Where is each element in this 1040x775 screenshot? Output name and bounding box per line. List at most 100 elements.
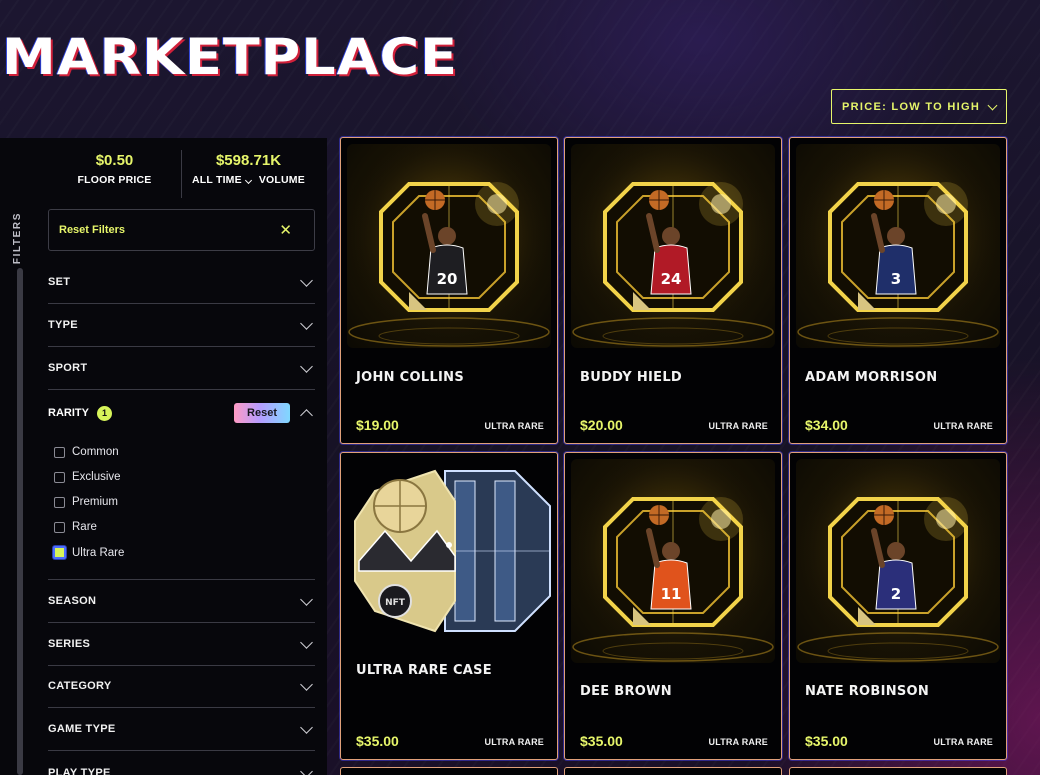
filter-group-label: GAME TYPE [48, 723, 116, 735]
card-name: JOHN COLLINS [356, 370, 465, 385]
filter-group-label: CATEGORY [48, 680, 112, 692]
chevron-down-icon [300, 317, 313, 330]
filter-group-label: SET [48, 276, 71, 288]
card-partial[interactable] [340, 767, 558, 775]
sort-dropdown[interactable]: PRICE: LOW TO HIGH [831, 89, 1007, 124]
filter-group-label: TYPE [48, 319, 78, 331]
filter-group-series[interactable]: SERIES [48, 623, 315, 666]
product-card[interactable]: 20 JOHN COLLINS $19.00 ULTRA RARE [340, 137, 558, 444]
rarity-checkbox[interactable] [54, 471, 65, 483]
filter-group-type[interactable]: TYPE [48, 304, 315, 347]
filter-group-category[interactable]: CATEGORY [48, 665, 315, 708]
rarity-option[interactable]: Premium [54, 496, 118, 508]
floor-price-value: $0.50 [95, 152, 134, 169]
card-image: 2 [796, 459, 1000, 663]
rarity-label: RARITY [48, 407, 89, 419]
player-card-art: 24 [571, 144, 775, 348]
card-price: $35.00 [580, 733, 623, 749]
page-title: MARKETPLACE [2, 28, 458, 86]
rarity-option-label: Ultra Rare [72, 546, 125, 559]
floor-price-label: FLOOR PRICE [77, 174, 152, 186]
filter-group-sport[interactable]: SPORT [48, 347, 315, 390]
filter-group-set[interactable]: SET [48, 261, 315, 304]
chevron-down-icon [300, 593, 313, 606]
card-partial[interactable] [789, 767, 1007, 775]
product-card[interactable]: 24 BUDDY HIELD $20.00 ULTRA RARE [564, 137, 782, 444]
player-card-art: 20 [347, 144, 551, 348]
card-name: ADAM MORRISON [805, 370, 938, 385]
card-rarity: ULTRA RARE [933, 421, 993, 431]
rarity-option-label: Premium [72, 496, 119, 508]
card-rarity: ULTRA RARE [708, 737, 768, 747]
svg-text:24: 24 [661, 270, 682, 288]
filter-group-play-type[interactable]: PLAY TYPE [48, 751, 315, 775]
filter-group-rarity[interactable]: RARITY 1 Reset [48, 396, 315, 430]
card-image: 20 [347, 144, 551, 348]
card-name: NATE ROBINSON [805, 684, 930, 699]
player-card-art: 11 [571, 459, 775, 663]
rarity-checkbox[interactable] [53, 546, 66, 559]
close-icon[interactable]: ✕ [279, 221, 292, 239]
rarity-count-badge: 1 [96, 405, 112, 421]
filter-group-label: SEASON [48, 595, 97, 607]
chevron-down-icon [300, 274, 313, 287]
rarity-option[interactable]: Common [54, 446, 119, 458]
rarity-option[interactable]: Rare [54, 521, 97, 533]
card-rarity: ULTRA RARE [708, 421, 768, 431]
svg-text:11: 11 [661, 585, 682, 603]
volume-label: VOLUME [258, 174, 305, 186]
filter-group-label: PLAY TYPE [48, 766, 111, 775]
card-price: $35.00 [805, 733, 848, 749]
volume-stat: $598.71K ALL TIME VOLUME [181, 150, 315, 198]
product-card[interactable]: 3 ADAM MORRISON $34.00 ULTRA RARE [789, 137, 1007, 444]
card-image: 3 [796, 144, 1000, 348]
card-name: ULTRA RARE CASE [356, 663, 492, 678]
chevron-down-icon [244, 176, 252, 185]
product-card[interactable]: 2 NATE ROBINSON $35.00 ULTRA RARE [789, 452, 1007, 760]
reset-filters-button[interactable]: Reset Filters ✕ [48, 209, 315, 251]
rarity-option[interactable]: Exclusive [54, 471, 121, 483]
rarity-checkbox[interactable] [54, 446, 65, 458]
card-rarity: ULTRA RARE [484, 421, 544, 431]
filters-label[interactable]: FILTERS [12, 212, 23, 264]
card-rarity: ULTRA RARE [484, 737, 544, 747]
svg-text:20: 20 [437, 270, 458, 288]
volume-label-row: ALL TIME VOLUME [182, 174, 315, 186]
chevron-down-icon [300, 360, 313, 373]
floor-price-stat: $0.50 FLOOR PRICE [48, 150, 181, 198]
volume-period-dropdown[interactable]: ALL TIME [192, 174, 259, 186]
rarity-option-label: Rare [72, 521, 97, 533]
volume-period-label: ALL TIME [192, 174, 242, 186]
case-art: NFT [354, 469, 551, 633]
sidebar-scrollbar[interactable] [17, 268, 23, 775]
rarity-option-label: Common [72, 446, 119, 458]
product-card[interactable]: NFT ULTRA RARE CASE $35.00 ULTRA RARE [340, 452, 558, 760]
svg-text:2: 2 [891, 585, 901, 603]
chevron-down-icon [300, 764, 313, 775]
svg-text:3: 3 [891, 270, 901, 288]
card-price: $20.00 [580, 417, 623, 433]
chevron-up-icon[interactable] [300, 409, 313, 422]
volume-value: $598.71K [215, 152, 282, 169]
card-image: NFT [345, 461, 555, 645]
filter-group-label: SERIES [48, 638, 91, 650]
card-image: 24 [571, 144, 775, 348]
player-card-art: 2 [796, 459, 1000, 663]
player-card-art: 3 [796, 144, 1000, 348]
filter-group-season[interactable]: SEASON [48, 580, 315, 623]
rarity-checkbox[interactable] [54, 521, 65, 533]
rarity-checkbox[interactable] [54, 496, 65, 508]
reset-filters-label: Reset Filters [59, 224, 126, 236]
rarity-reset-button[interactable]: Reset [234, 403, 290, 423]
filter-group-game-type[interactable]: GAME TYPE [48, 708, 315, 751]
card-name: DEE BROWN [580, 684, 672, 699]
svg-text:NFT: NFT [385, 598, 406, 608]
market-stats: $0.50 FLOOR PRICE $598.71K ALL TIME VOLUM… [48, 150, 315, 198]
sort-label: PRICE: LOW TO HIGH [842, 100, 981, 113]
chevron-down-icon [300, 636, 313, 649]
card-name: BUDDY HIELD [580, 370, 683, 385]
chevron-down-icon [987, 100, 998, 110]
card-partial[interactable] [564, 767, 782, 775]
rarity-option[interactable]: Ultra Rare [53, 546, 125, 559]
product-card[interactable]: 11 DEE BROWN $35.00 ULTRA RARE [564, 452, 782, 760]
